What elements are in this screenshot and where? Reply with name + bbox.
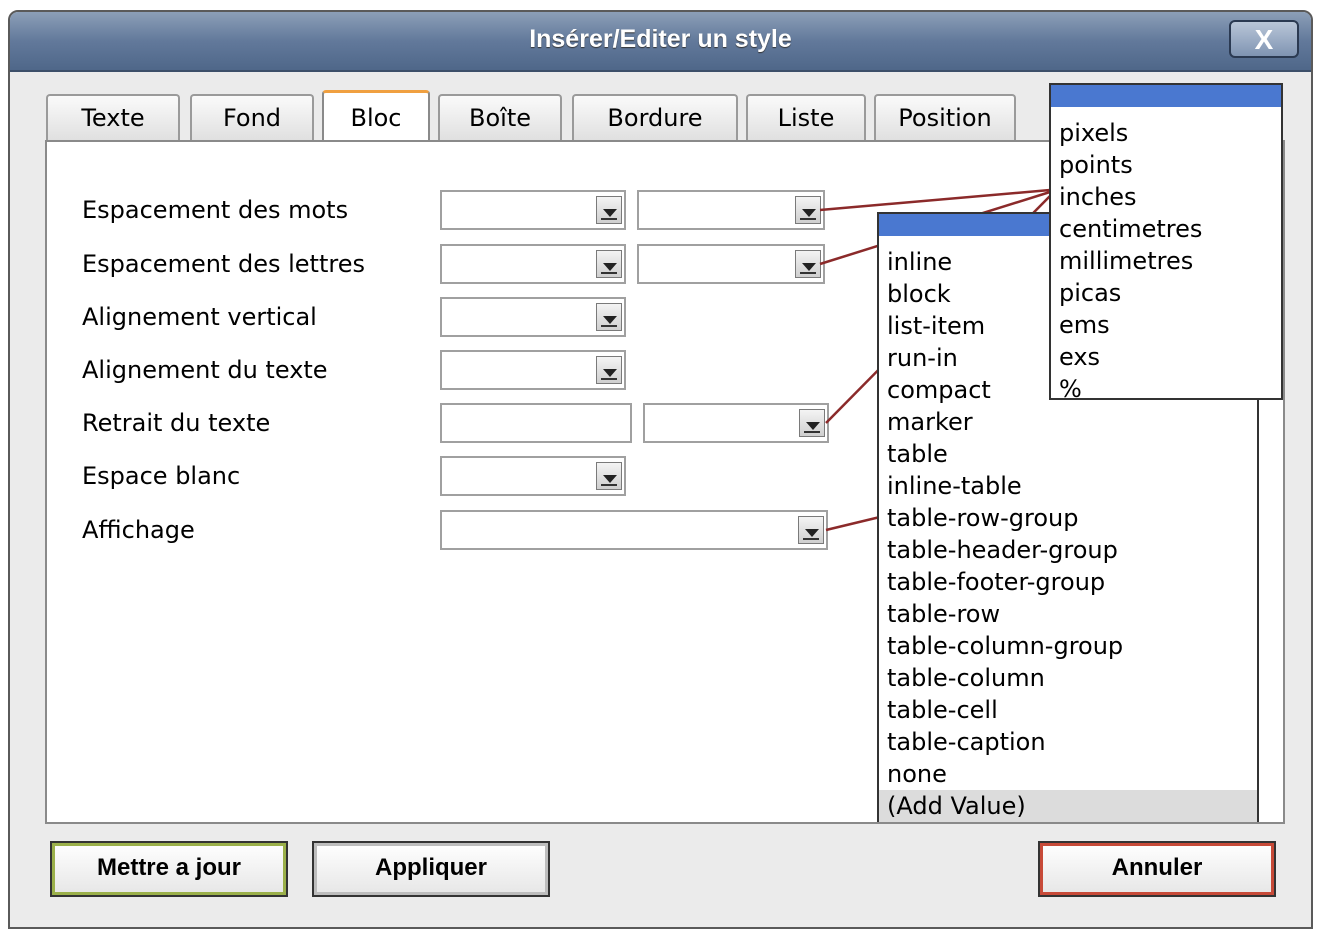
word-spacing-value-select[interactable] <box>440 190 626 230</box>
chevron-down-icon[interactable] <box>596 196 622 224</box>
dialog-title: Insérer/Editer un style <box>529 25 792 53</box>
title-bar: Insérer/Editer un style X <box>10 12 1311 72</box>
list-item[interactable]: table-column-group <box>879 630 1257 662</box>
list-item[interactable]: ems <box>1051 309 1281 341</box>
word-spacing-label: Espacement des mots <box>82 196 349 224</box>
list-item[interactable]: inches <box>1051 181 1281 213</box>
letter-spacing-unit-select[interactable] <box>637 244 825 284</box>
vertical-align-select[interactable] <box>440 297 626 337</box>
list-item[interactable]: millimetres <box>1051 245 1281 277</box>
list-item[interactable]: none <box>879 758 1257 790</box>
list-item[interactable]: table-header-group <box>879 534 1257 566</box>
chevron-down-icon[interactable] <box>795 250 821 278</box>
list-item[interactable]: pixels <box>1051 117 1281 149</box>
chevron-down-icon[interactable] <box>799 409 825 437</box>
chevron-down-icon[interactable] <box>596 303 622 331</box>
white-space-label: Espace blanc <box>82 462 241 490</box>
display-select[interactable] <box>440 510 828 550</box>
list-item[interactable]: table-footer-group <box>879 566 1257 598</box>
chevron-down-icon[interactable] <box>596 250 622 278</box>
list-item[interactable]: picas <box>1051 277 1281 309</box>
tab-bloc[interactable]: Bloc <box>322 90 430 142</box>
text-indent-label: Retrait du texte <box>82 409 271 437</box>
white-space-select[interactable] <box>440 456 626 496</box>
close-button[interactable]: X <box>1229 20 1299 58</box>
display-label: Affichage <box>82 516 195 544</box>
list-highlight <box>1051 85 1281 107</box>
text-indent-input[interactable] <box>440 403 632 443</box>
chevron-down-icon[interactable] <box>795 196 821 224</box>
list-item[interactable]: (Add Value) <box>879 790 1257 822</box>
list-item[interactable]: table-caption <box>879 726 1257 758</box>
list-item[interactable]: % <box>1051 373 1281 405</box>
list-item[interactable]: inline-table <box>879 470 1257 502</box>
apply-button[interactable]: Appliquer <box>312 841 550 897</box>
text-align-label: Alignement du texte <box>82 356 328 384</box>
unit-options-list[interactable]: pixels points inches centimetres millimetres… <box>1049 83 1283 403</box>
list-item[interactable]: exs <box>1051 341 1281 373</box>
tab-texte[interactable]: Texte <box>46 94 180 140</box>
chevron-down-icon[interactable] <box>596 462 622 490</box>
tab-boite[interactable]: Boîte <box>438 94 562 140</box>
word-spacing-unit-select[interactable] <box>637 190 825 230</box>
tab-fond[interactable]: Fond <box>190 94 314 140</box>
list-item[interactable]: table-row <box>879 598 1257 630</box>
list-item[interactable]: table-row-group <box>879 502 1257 534</box>
letter-spacing-label: Espacement des lettres <box>82 250 365 278</box>
list-item[interactable]: points <box>1051 149 1281 181</box>
text-align-select[interactable] <box>440 350 626 390</box>
list-item[interactable]: centimetres <box>1051 213 1281 245</box>
list-item[interactable]: table-cell <box>879 694 1257 726</box>
update-button[interactable]: Mettre a jour <box>50 841 288 897</box>
chevron-down-icon[interactable] <box>596 356 622 384</box>
vertical-align-label: Alignement vertical <box>82 303 317 331</box>
list-item[interactable]: table <box>879 438 1257 470</box>
tab-position[interactable]: Position <box>874 94 1016 140</box>
tab-bordure[interactable]: Bordure <box>572 94 738 140</box>
list-item[interactable]: table-column <box>879 662 1257 694</box>
tab-liste[interactable]: Liste <box>746 94 866 140</box>
list-item[interactable]: marker <box>879 406 1257 438</box>
chevron-down-icon[interactable] <box>798 516 824 544</box>
text-indent-unit-select[interactable] <box>643 403 829 443</box>
letter-spacing-value-select[interactable] <box>440 244 626 284</box>
cancel-button[interactable]: Annuler <box>1038 841 1276 897</box>
